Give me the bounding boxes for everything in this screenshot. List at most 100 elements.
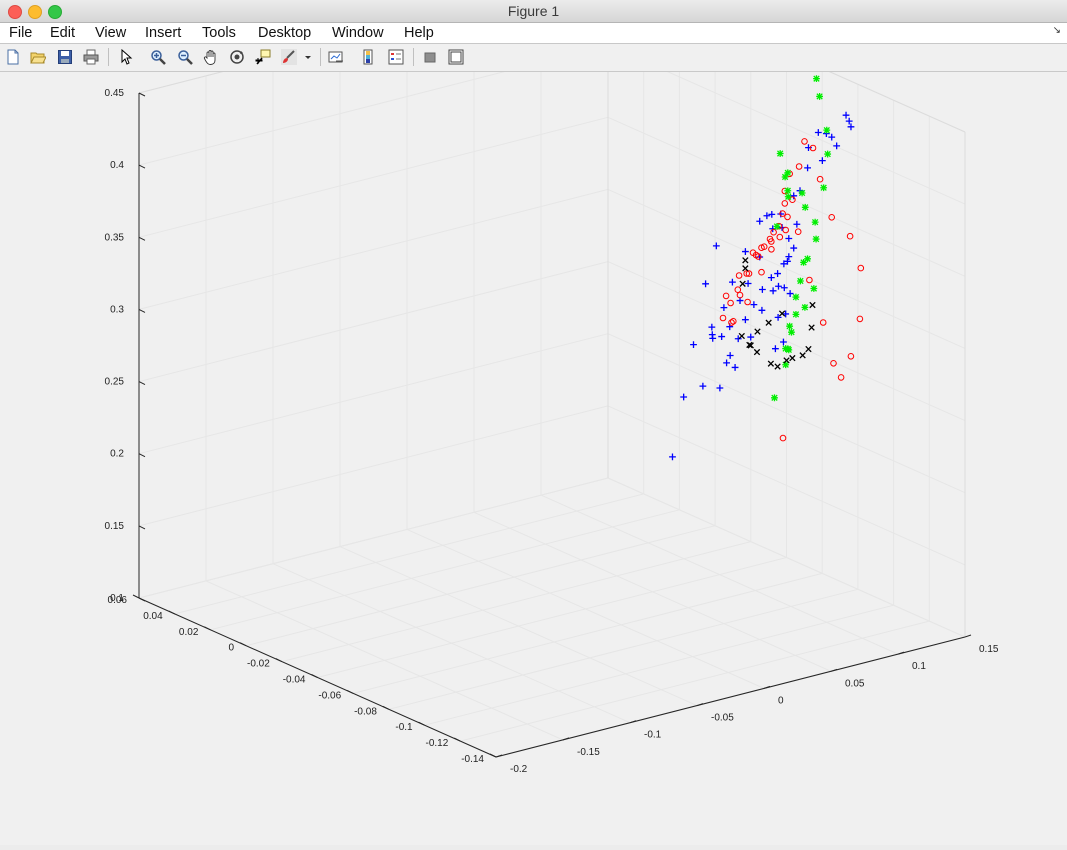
green-star-marker [813, 75, 820, 83]
gridline-x [353, 572, 823, 694]
x-tick-label: -0.02 [247, 659, 270, 670]
rotate-3d-icon[interactable] [229, 49, 245, 65]
red-circle-marker [801, 138, 808, 145]
green-star-marker [781, 173, 789, 181]
green-star-marker [792, 293, 800, 301]
x-tick [454, 737, 461, 742]
colorbar-icon[interactable] [361, 49, 377, 65]
red-circle-marker [847, 353, 855, 360]
green-star-marker [786, 322, 794, 330]
x-tick [239, 642, 247, 647]
blue-plus-marker [708, 323, 716, 331]
green-star-marker [800, 258, 807, 266]
gridline-y [540, 494, 899, 655]
blue-plus-marker [729, 278, 736, 286]
x-tick [168, 610, 175, 615]
x-tick-label: 0.02 [179, 627, 199, 638]
gridline-x [281, 541, 751, 663]
print-icon[interactable] [83, 49, 99, 65]
blue-plus-marker [793, 220, 801, 228]
blue-plus-marker [669, 453, 676, 461]
menu-tools[interactable]: Tools [202, 25, 236, 41]
show-plot-tools-icon[interactable] [448, 49, 464, 65]
z-tick-label: 0.2 [110, 449, 124, 460]
blue-plus-marker [804, 164, 811, 172]
menu-file[interactable]: File [9, 25, 32, 41]
new-figure-icon[interactable] [5, 49, 21, 65]
red-circle-marker [734, 286, 742, 294]
blue-plus-marker [699, 382, 707, 390]
link-plot-icon[interactable] [328, 49, 344, 65]
open-file-icon[interactable] [30, 49, 46, 65]
window-titlebar: Figure 1 [0, 0, 1067, 23]
pan-hand-icon[interactable] [203, 49, 219, 65]
menu-window[interactable]: Window [332, 25, 384, 41]
pointer-icon[interactable] [118, 49, 134, 65]
z-tick [138, 453, 146, 458]
blue-plus-marker [750, 301, 758, 309]
x-tick-label: 0 [229, 643, 235, 654]
zoom-in-icon[interactable] [150, 49, 166, 65]
x-tick [489, 753, 497, 758]
y-tick-label: 0.1 [912, 661, 926, 672]
blue-plus-marker [716, 384, 724, 392]
red-circle-marker [730, 318, 737, 325]
blue-plus-marker [790, 192, 798, 200]
menu-desktop[interactable]: Desktop [258, 25, 311, 41]
x-tick-label: -0.14 [461, 754, 484, 765]
red-circle-marker [744, 298, 751, 306]
z-tick-label: 0.3 [110, 304, 124, 315]
x-tick [418, 721, 425, 726]
menu-help[interactable]: Help [404, 25, 434, 41]
z-tick [138, 92, 146, 97]
black-cross-marker [799, 352, 806, 359]
green-star-marker [773, 223, 781, 230]
hide-plot-tools-icon[interactable] [422, 49, 438, 65]
green-star-marker [823, 126, 831, 134]
black-cross-marker [742, 265, 749, 272]
save-icon[interactable] [57, 49, 73, 65]
blue-plus-marker [726, 352, 734, 359]
green-star-marker [792, 310, 800, 318]
menu-view[interactable]: View [95, 25, 126, 41]
y-tick-label: -0.1 [644, 730, 662, 741]
gridline-z [138, 188, 609, 310]
menu-bar: File Edit View Insert Tools Desktop Wind… [0, 23, 1067, 44]
green-star-marker [801, 303, 809, 311]
x-tick [311, 674, 318, 678]
black-cross-marker [789, 354, 796, 362]
y-tick [964, 634, 972, 638]
x-tick-label: -0.08 [354, 706, 377, 717]
zoom-out-icon[interactable] [177, 49, 193, 65]
legend-icon[interactable] [388, 49, 404, 65]
blue-plus-marker [786, 290, 794, 297]
green-star-marker [810, 285, 818, 292]
data-cursor-icon[interactable] [255, 49, 271, 65]
x-tick [132, 594, 140, 599]
blue-plus-marker [818, 157, 826, 164]
gridline-x [317, 557, 787, 678]
black-cross-marker [739, 280, 746, 287]
gridline-y [473, 511, 832, 672]
red-circle-marker [782, 226, 790, 234]
green-star-marker [820, 184, 828, 192]
brush-icon[interactable] [281, 49, 297, 65]
z-tick [138, 236, 146, 241]
blue-plus-marker [768, 210, 776, 218]
blue-plus-marker [767, 274, 775, 282]
scatter3-axes[interactable]: -0.14 -0.12 -0.1 -0.08 -0.06 -0.04 -0.02 0 0.02 0… [0, 0, 1067, 845]
z-tick [138, 597, 146, 602]
red-circle-marker [719, 314, 727, 322]
menu-edit[interactable]: Edit [50, 25, 75, 41]
undock-arrow-icon[interactable]: ↘ [1053, 25, 1061, 36]
green-star-marker [784, 187, 792, 195]
brush-dropdown-icon[interactable] [303, 49, 313, 65]
gridline-z [138, 477, 609, 599]
blue-plus-marker [814, 129, 822, 136]
gridline-x [388, 588, 859, 710]
z-tick [138, 525, 146, 530]
green-star-marker [771, 394, 778, 402]
blue-plus-marker [780, 338, 787, 346]
menu-insert[interactable]: Insert [145, 25, 181, 41]
gridline-z [138, 44, 609, 166]
